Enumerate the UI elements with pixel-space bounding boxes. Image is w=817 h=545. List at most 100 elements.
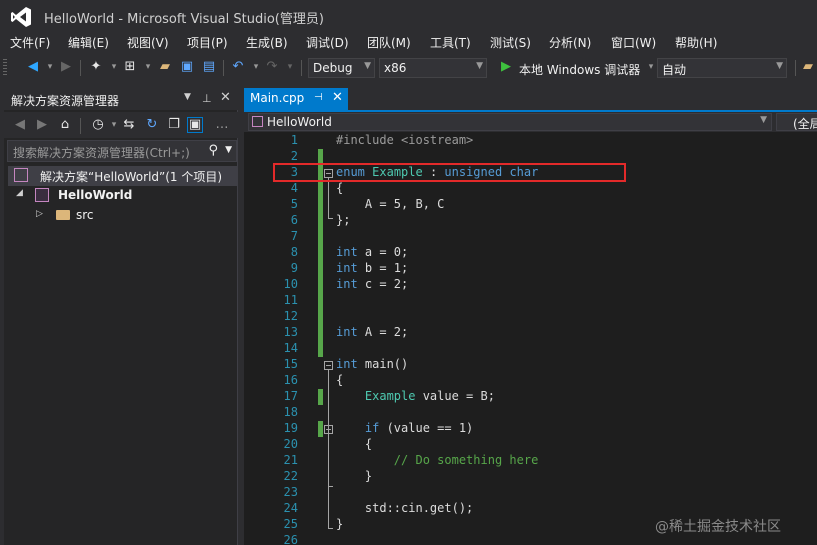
add-item-icon[interactable]: ⊞ [122, 59, 138, 75]
line-number: 9 [290, 261, 298, 275]
menu-debug[interactable]: 调试(D) [306, 34, 349, 51]
line-number: 1 [290, 133, 298, 147]
line-number: 23 [283, 485, 298, 499]
close-icon[interactable]: ✕ [220, 90, 231, 105]
pin-icon[interactable]: ⊣ [314, 92, 323, 103]
code-editor[interactable]: 1 2 3 4 5 6 7 8 9 10 11 12 13 14 15 16 17 18 19 20 21 22 23 24 2… [244, 132, 817, 545]
more-icon[interactable]: … [214, 117, 230, 133]
start-debug-button[interactable]: 本地 Windows 调试器 [514, 58, 650, 78]
line-number: 14 [283, 341, 298, 355]
tab-main-cpp[interactable]: Main.cpp ⊣ ✕ [244, 88, 348, 110]
project-label: HelloWorld [58, 188, 133, 202]
menu-window[interactable]: 窗口(W) [611, 34, 656, 51]
undo-icon[interactable]: ↶ [230, 59, 246, 75]
menu-edit[interactable]: 编辑(E) [68, 34, 109, 51]
platform-dropdown[interactable]: x86 ▼ [379, 58, 487, 78]
collapsed-arrow-icon[interactable]: ▷ [36, 209, 43, 219]
window-title: HelloWorld - Microsoft Visual Studio(管理员… [44, 12, 324, 27]
code-line: int b = 1; [336, 261, 409, 275]
folder-icon [56, 210, 70, 220]
solution-icon [14, 168, 28, 182]
line-number: 21 [283, 453, 298, 467]
project-scope-dropdown[interactable]: HelloWorld ▼ [248, 113, 772, 131]
search-icon[interactable]: ⚲ [208, 143, 218, 158]
pending-changes-dropdown-icon[interactable]: ▾ [106, 117, 122, 133]
solution-search-input[interactable]: 搜索解决方案资源管理器(Ctrl+;) ⚲ ▼ [7, 140, 237, 162]
open-file-icon[interactable]: ▰ [157, 59, 173, 75]
run-mode-dropdown[interactable]: 自动 ▼ [657, 58, 787, 78]
collapse-toggle-icon[interactable] [324, 425, 333, 434]
solution-config-dropdown[interactable]: Debug ▼ [308, 58, 375, 78]
folder-label: src [76, 208, 94, 222]
annotation-highlight-box [273, 163, 626, 182]
refresh-icon[interactable]: ↻ [144, 117, 160, 133]
panel-dropdown-icon[interactable]: ▼ [184, 92, 191, 102]
back-icon[interactable]: ◀ [25, 59, 41, 75]
line-number: 18 [283, 405, 298, 419]
code-line: // Do something here [336, 453, 539, 467]
code-line: { [336, 437, 373, 451]
member-scope-dropdown[interactable]: (全局 [776, 113, 817, 131]
menu-test[interactable]: 测试(S) [490, 34, 531, 51]
line-number: 11 [283, 293, 298, 307]
menu-file[interactable]: 文件(F) [10, 34, 50, 51]
menu-help[interactable]: 帮助(H) [675, 34, 717, 51]
new-project-icon[interactable]: ✦ [88, 59, 104, 75]
search-options-icon[interactable]: ▼ [225, 145, 232, 155]
save-icon[interactable]: ▣ [179, 59, 195, 75]
chevron-down-icon: ▼ [476, 61, 483, 71]
tree-item-project[interactable]: ◢ HelloWorld [16, 186, 236, 206]
line-number: 8 [290, 245, 298, 259]
solution-label: 解决方案“HelloWorld”(1 个项目) [40, 170, 223, 184]
forward-icon[interactable]: ▶ [58, 59, 74, 75]
toolbar-separator [301, 60, 302, 76]
tree-item-folder[interactable]: ▷ src [36, 206, 236, 226]
pin-icon[interactable]: ⊥ [202, 92, 212, 105]
project-scope-value: HelloWorld [267, 115, 332, 129]
code-line: } [336, 469, 373, 483]
back-icon[interactable]: ◀ [12, 117, 28, 133]
sync-icon[interactable]: ⇆ [121, 117, 137, 133]
menu-team[interactable]: 团队(M) [367, 34, 411, 51]
close-icon[interactable]: ✕ [332, 90, 343, 105]
chevron-down-icon: ▼ [364, 61, 371, 71]
cpp-project-icon [35, 188, 49, 202]
new-project-dropdown-icon[interactable]: ▾ [106, 59, 122, 75]
code-line: int main() [336, 357, 409, 371]
code-line: A = 5, B, C [336, 197, 445, 211]
pending-changes-icon[interactable]: ◷ [90, 117, 106, 133]
menu-build[interactable]: 生成(B) [246, 34, 288, 51]
line-number: 6 [290, 213, 298, 227]
collapse-toggle-icon[interactable] [324, 361, 333, 370]
redo-dropdown-icon[interactable]: ▾ [282, 59, 298, 75]
line-number: 16 [283, 373, 298, 387]
line-number: 10 [283, 277, 298, 291]
save-all-icon[interactable]: ▤ [201, 59, 217, 75]
show-all-files-icon[interactable]: ▣ [187, 117, 203, 133]
menu-project[interactable]: 项目(P) [187, 34, 228, 51]
line-number: 20 [283, 437, 298, 451]
tree-item-solution[interactable]: 解决方案“HelloWorld”(1 个项目) [8, 166, 238, 186]
back-dropdown-icon[interactable]: ▾ [42, 59, 58, 75]
solution-explorer-panel: 解决方案资源管理器 ▼ ⊥ ✕ ◀ ▶ ⌂ ◷ ▾ ⇆ ↻ ❐ ▣ … 搜索解决… [4, 88, 238, 545]
line-number: 2 [290, 149, 298, 163]
redo-icon[interactable]: ↷ [264, 59, 280, 75]
undo-dropdown-icon[interactable]: ▾ [248, 59, 264, 75]
forward-icon[interactable]: ▶ [34, 117, 50, 133]
start-debug-icon[interactable]: ▶ [498, 59, 514, 75]
home-icon[interactable]: ⌂ [57, 117, 73, 133]
solution-explorer-title: 解决方案资源管理器 [11, 94, 120, 108]
outline-guide-end [328, 218, 333, 219]
find-in-files-icon[interactable]: ▰ [800, 59, 816, 75]
toolbar-grip[interactable] [3, 59, 7, 77]
line-number: 26 [283, 533, 298, 545]
menu-tools[interactable]: 工具(T) [430, 34, 471, 51]
add-item-dropdown-icon[interactable]: ▾ [140, 59, 156, 75]
menu-analyze[interactable]: 分析(N) [549, 34, 591, 51]
chevron-down-icon: ▼ [776, 61, 783, 71]
code-line: int c = 2; [336, 277, 409, 291]
code-line: { [336, 181, 344, 195]
menu-view[interactable]: 视图(V) [127, 34, 169, 51]
collapse-all-icon[interactable]: ❐ [166, 117, 182, 133]
expanded-arrow-icon[interactable]: ◢ [16, 188, 23, 198]
